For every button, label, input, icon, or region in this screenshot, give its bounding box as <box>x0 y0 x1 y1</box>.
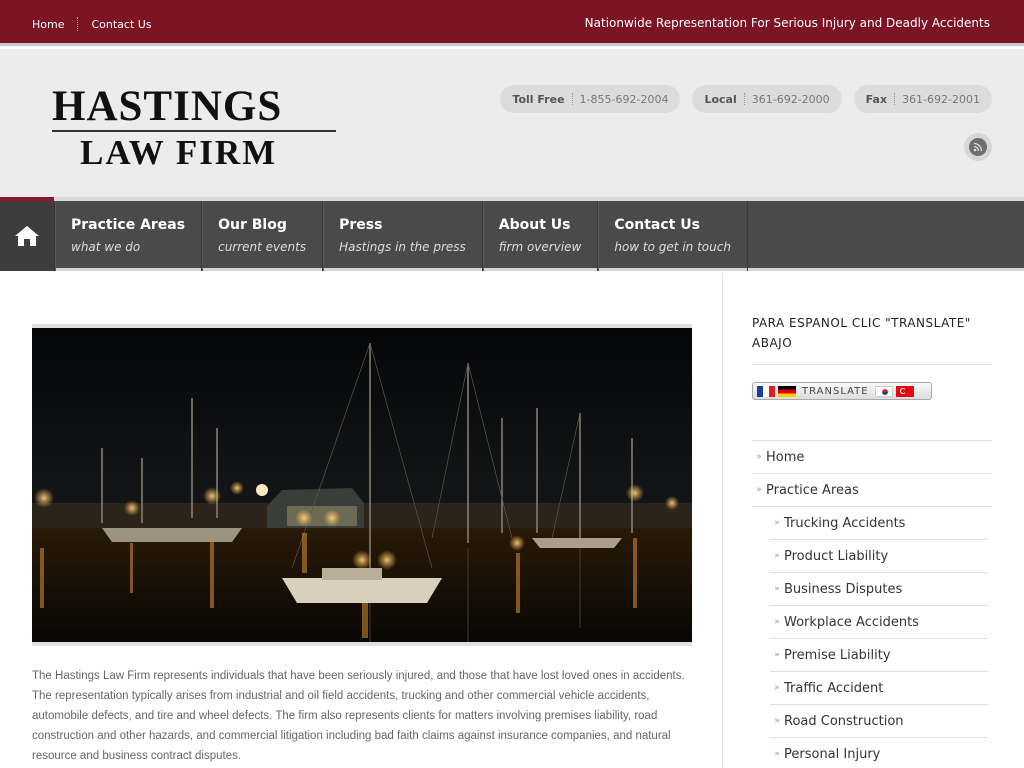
phone-number: 361-692-2001 <box>902 92 980 106</box>
nav-title: Our Blog <box>218 217 287 233</box>
sidebar-item-practice-areas[interactable]: » Practice Areas <box>752 474 992 507</box>
phone-divider <box>743 93 745 105</box>
menu-chevron-icon: » <box>774 683 780 693</box>
phone-label: Local <box>704 92 737 106</box>
nav-subtitle: Hastings in the press <box>339 240 466 254</box>
menu-chevron-icon: » <box>774 749 780 759</box>
top-link-contact[interactable]: Contact Us <box>91 18 151 31</box>
menu-chevron-icon: » <box>774 551 780 561</box>
column-divider <box>722 274 723 768</box>
sidebar-item-label: Premise Liability <box>784 647 891 663</box>
intro-paragraph: The Hastings Law Firm represents individ… <box>32 670 685 762</box>
site-logo[interactable]: HASTINGS LAW FIRM <box>52 83 342 172</box>
site-header: HASTINGS LAW FIRM Toll Free 1-855-692-20… <box>0 49 1024 197</box>
menu-chevron-icon: » <box>774 617 780 627</box>
phone-local: Local 361-692-2000 <box>692 85 842 113</box>
phone-number: 1-855-692-2004 <box>579 92 669 106</box>
sidebar-item-home[interactable]: » Home <box>752 441 992 474</box>
sidebar-menu: » Home » Practice Areas » Trucking Accid… <box>752 440 992 768</box>
sidebar-item-personal-injury[interactable]: » Personal Injury <box>770 738 988 768</box>
nav-title: About Us <box>498 217 571 233</box>
nav-about-us[interactable]: About Us firm overview <box>482 201 599 271</box>
logo-rule <box>52 130 336 132</box>
french-flag-icon <box>757 385 775 397</box>
sidebar-item-label: Road Construction <box>784 713 904 729</box>
phone-divider <box>894 93 896 105</box>
main-nav: Practice Areas what we do Our Blog curre… <box>0 201 1024 271</box>
marina-night-photo <box>32 328 692 642</box>
nav-title: Practice Areas <box>71 217 186 233</box>
sidebar-item-label: Business Disputes <box>784 581 903 597</box>
phone-number: 361-692-2000 <box>751 92 830 106</box>
sidebar-item-product-liability[interactable]: » Product Liability <box>770 540 988 573</box>
phone-label: Fax <box>865 92 888 106</box>
menu-chevron-icon: » <box>774 584 780 594</box>
logo-line-2: LAW FIRM <box>80 133 278 172</box>
hero-image-frame <box>32 324 692 646</box>
nav-subtitle: how to get in touch <box>614 240 731 254</box>
top-bar: Home Contact Us Nationwide Representatio… <box>0 0 1024 46</box>
sidebar-item-road-construction[interactable]: » Road Construction <box>770 705 988 738</box>
sidebar-item-workplace-accidents[interactable]: » Workplace Accidents <box>770 606 988 639</box>
sidebar-item-traffic-accident[interactable]: » Traffic Accident <box>770 672 988 705</box>
menu-chevron-icon: » <box>774 716 780 726</box>
korean-flag-icon <box>874 385 893 397</box>
top-link-divider <box>77 17 79 31</box>
rss-button[interactable] <box>964 133 992 161</box>
home-icon <box>15 226 39 246</box>
sidebar-item-label: Trucking Accidents <box>784 515 906 531</box>
menu-chevron-icon: » <box>756 452 762 462</box>
menu-chevron-icon: » <box>774 650 780 660</box>
nav-practice-areas[interactable]: Practice Areas what we do <box>55 201 203 271</box>
sidebar-item-label: Practice Areas <box>766 482 859 498</box>
nav-press[interactable]: Press Hastings in the press <box>323 201 483 271</box>
turkish-flag-icon <box>895 385 914 397</box>
nav-subtitle: current events <box>218 240 307 254</box>
phone-divider <box>571 93 573 105</box>
sidebar-item-business-disputes[interactable]: » Business Disputes <box>770 573 988 606</box>
translate-label: TRANSLATE <box>802 385 869 397</box>
top-links: Home Contact Us <box>32 17 152 31</box>
phone-numbers: Toll Free 1-855-692-2004 Local 361-692-2… <box>500 85 992 113</box>
nav-our-blog[interactable]: Our Blog current events <box>202 201 324 271</box>
logo-line-1: HASTINGS <box>52 83 283 130</box>
nav-contact-us[interactable]: Contact Us how to get in touch <box>598 201 748 271</box>
top-link-home[interactable]: Home <box>32 18 64 31</box>
translate-button[interactable]: TRANSLATE <box>752 382 932 400</box>
tagline: Nationwide Representation For Serious In… <box>584 16 990 30</box>
menu-chevron-icon: » <box>774 518 780 528</box>
sidebar-item-label: Personal Injury <box>784 746 881 762</box>
sidebar-item-label: Workplace Accidents <box>784 614 919 630</box>
nav-home-button[interactable] <box>0 201 55 271</box>
rss-icon <box>969 138 987 156</box>
sidebar-item-premise-liability[interactable]: » Premise Liability <box>770 639 988 672</box>
sidebar-item-label: Product Liability <box>784 548 889 564</box>
sidebar-item-label: Traffic Accident <box>784 680 884 696</box>
sidebar-item-label: Home <box>766 449 805 465</box>
german-flag-icon <box>778 385 796 397</box>
spanish-notice: PARA ESPANOL CLIC "TRANSLATE" ABAJO <box>752 316 971 350</box>
phone-fax: Fax 361-692-2001 <box>853 85 992 113</box>
sidebar-item-trucking-accidents[interactable]: » Trucking Accidents <box>770 507 988 540</box>
phone-toll-free: Toll Free 1-855-692-2004 <box>500 85 681 113</box>
menu-chevron-icon: » <box>756 485 762 495</box>
nav-title: Contact Us <box>614 217 700 233</box>
phone-label: Toll Free <box>512 92 565 106</box>
nav-subtitle: what we do <box>71 240 141 254</box>
sidebar-divider <box>752 364 992 365</box>
nav-title: Press <box>339 217 383 233</box>
nav-subtitle: firm overview <box>498 240 582 254</box>
